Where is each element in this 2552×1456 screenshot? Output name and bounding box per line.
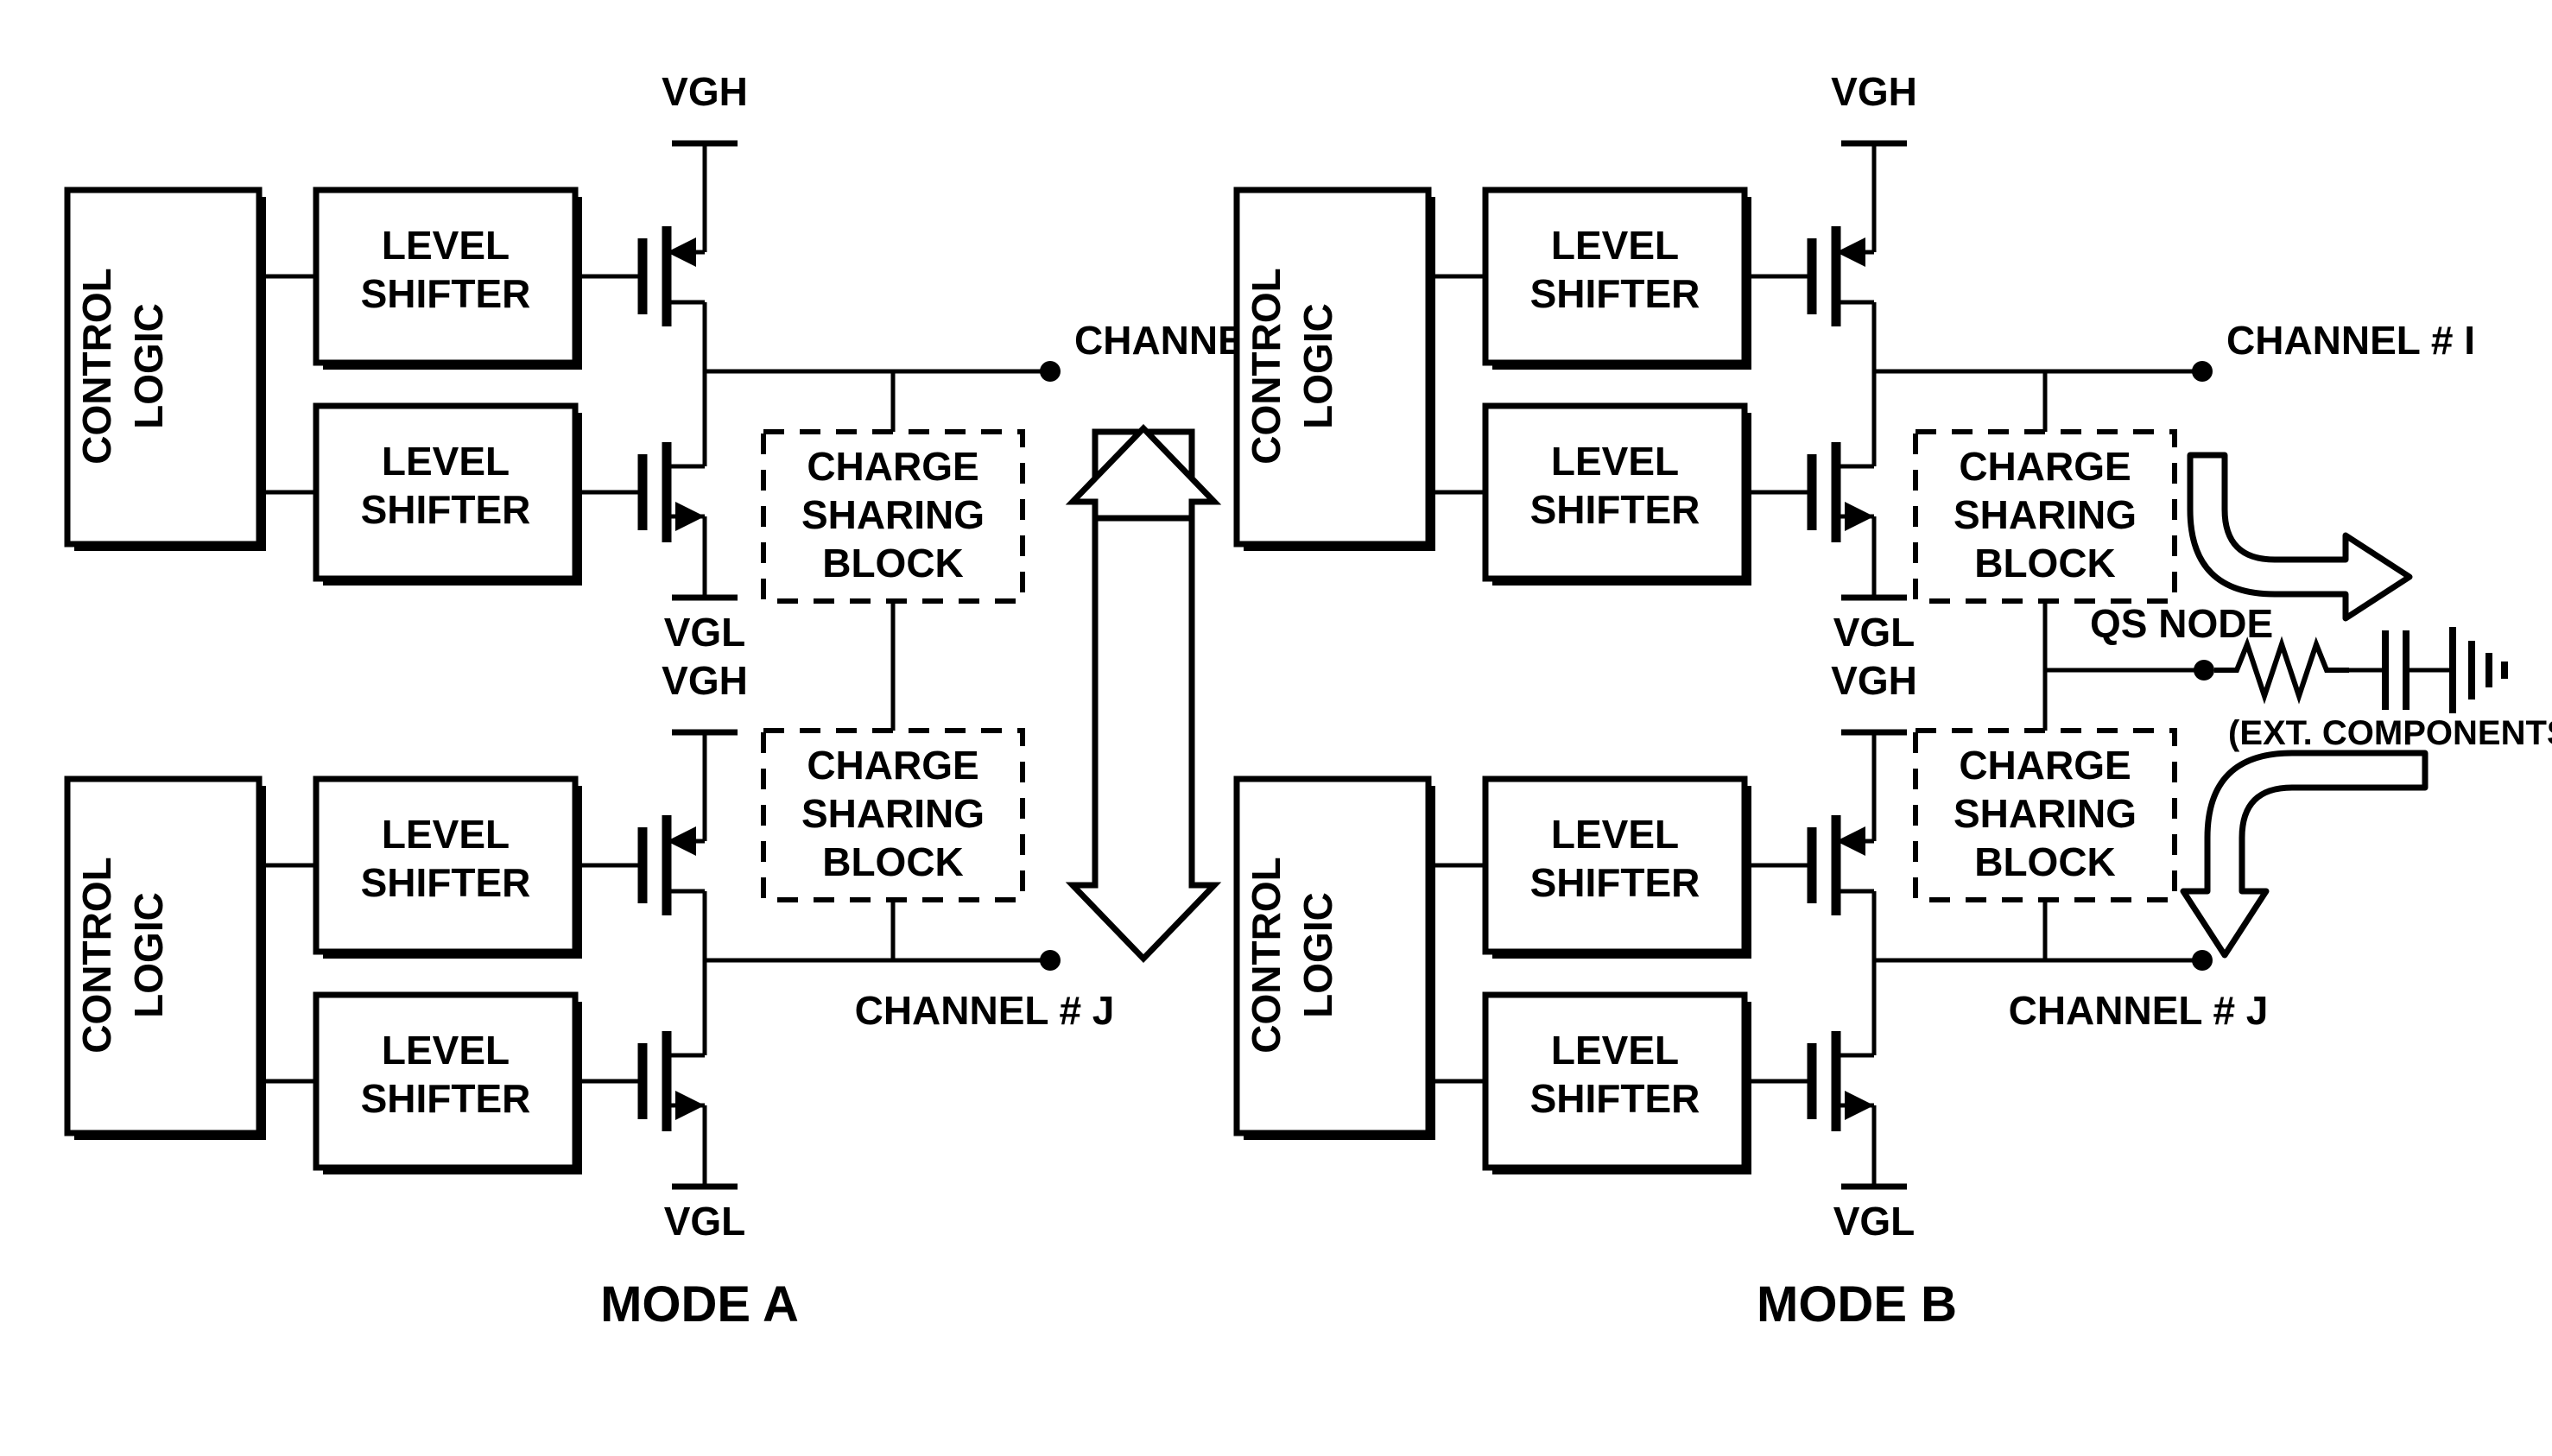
channel-i-label: CHANNEL # I [2226, 318, 2475, 363]
cs-label-line1: CHARGE [807, 444, 978, 489]
level-shifter-label-line1: LEVEL [1551, 1028, 1679, 1073]
figure-canvas: CONTROL LOGIC LEVEL SHIFTER LEVEL SHIFTE… [0, 0, 2552, 1456]
nmos-source-arrow [1845, 502, 1874, 531]
control-logic-label-line1: CONTROL [74, 268, 119, 464]
cs-label-line1: CHARGE [1959, 743, 2131, 788]
bent-arrow-down-right-icon [2187, 452, 2413, 622]
level-shifter-label-line1: LEVEL [1551, 812, 1679, 857]
mode-a-sharing-arrow [1065, 423, 1222, 964]
level-shifter-label-line1: LEVEL [382, 1028, 510, 1073]
cs-label-line1: CHARGE [1959, 444, 2131, 489]
vgl-label: VGL [664, 610, 746, 655]
level-shifter-label-line1: LEVEL [1551, 439, 1679, 484]
nmos-source-arrow [675, 502, 705, 531]
mode-b-outflow-arrow [2187, 452, 2413, 622]
cs-label-line2: SHARING [1954, 492, 2137, 537]
level-shifter-label-line2: SHIFTER [1530, 860, 1700, 905]
channel-j-label: CHANNEL # J [2009, 988, 2269, 1033]
level-shifter-label-line2: SHIFTER [1530, 487, 1700, 532]
channel-j-label: CHANNEL # J [855, 988, 1115, 1033]
mode-b-caption: MODE B [1757, 1276, 1957, 1333]
control-logic-label-line2: LOGIC [126, 303, 171, 429]
cs-label-line2: SHARING [1954, 791, 2137, 836]
control-logic-label-line2: LOGIC [126, 892, 171, 1018]
channel-i-terminal-dot [2192, 361, 2213, 382]
control-logic-label-line1: CONTROL [1244, 268, 1289, 464]
qs-node-branch: QS NODE (EXT. COMPONENTS) [2045, 601, 2552, 752]
channel-i-terminal-dot [1040, 361, 1061, 382]
vgl-label: VGL [664, 1199, 746, 1244]
level-shifter-label-line2: SHIFTER [1530, 1076, 1700, 1121]
cs-label-line3: BLOCK [1974, 541, 2116, 586]
level-shifter-label-line2: SHIFTER [361, 860, 531, 905]
mode-b-channel-j: CONTROL LOGIC LEVEL SHIFTER LEVEL SHIFTE… [1233, 601, 2269, 1244]
ext-components-label: (EXT. COMPONENTS) [2228, 714, 2552, 752]
level-shifter-label-line1: LEVEL [382, 439, 510, 484]
cs-label-line3: BLOCK [822, 839, 964, 884]
resistor-icon [2214, 636, 2349, 705]
qs-node-label: QS NODE [2090, 601, 2273, 646]
level-shifter-label-line2: SHIFTER [361, 1076, 531, 1121]
cs-label-line2: SHARING [801, 492, 985, 537]
control-logic-label-line2: LOGIC [1295, 892, 1340, 1018]
level-shifter-label-line1: LEVEL [382, 812, 510, 857]
nmos-source-arrow [675, 1091, 705, 1120]
vgh-label: VGH [1831, 69, 1917, 114]
mode-b-inflow-arrow [2180, 750, 2429, 959]
channel-j-terminal-dot [2192, 950, 2213, 971]
level-shifter-label-line2: SHIFTER [361, 487, 531, 532]
level-shifter-label-line2: SHIFTER [1530, 271, 1700, 316]
cs-label-line1: CHARGE [807, 743, 978, 788]
vgh-label: VGH [662, 69, 748, 114]
mode-a-channel-j: CONTROL LOGIC LEVEL SHIFTER LEVEL SHIFTE… [64, 601, 1115, 1244]
bent-arrow-left-down-icon [2180, 750, 2429, 959]
cs-label-line3: BLOCK [822, 541, 964, 586]
vgh-label: VGH [1831, 658, 1917, 703]
control-logic-label-line1: CONTROL [74, 857, 119, 1053]
circuit-diagram: CONTROL LOGIC LEVEL SHIFTER LEVEL SHIFTE… [64, 69, 2552, 1333]
cs-label-line2: SHARING [801, 791, 985, 836]
level-shifter-label-line1: LEVEL [382, 223, 510, 268]
control-logic-label-line2: LOGIC [1295, 303, 1340, 429]
vgl-label: VGL [1833, 610, 1916, 655]
level-shifter-label-line1: LEVEL [1551, 223, 1679, 268]
vgh-label: VGH [662, 658, 748, 703]
channel-j-terminal-dot [1040, 950, 1061, 971]
mode-a-caption: MODE A [600, 1276, 799, 1333]
qs-node-dot [2194, 660, 2214, 681]
level-shifter-label-line2: SHIFTER [361, 271, 531, 316]
nmos-source-arrow [1845, 1091, 1874, 1120]
cs-label-line3: BLOCK [1974, 839, 2116, 884]
vgl-label: VGL [1833, 1199, 1916, 1244]
control-logic-label-line1: CONTROL [1244, 857, 1289, 1053]
